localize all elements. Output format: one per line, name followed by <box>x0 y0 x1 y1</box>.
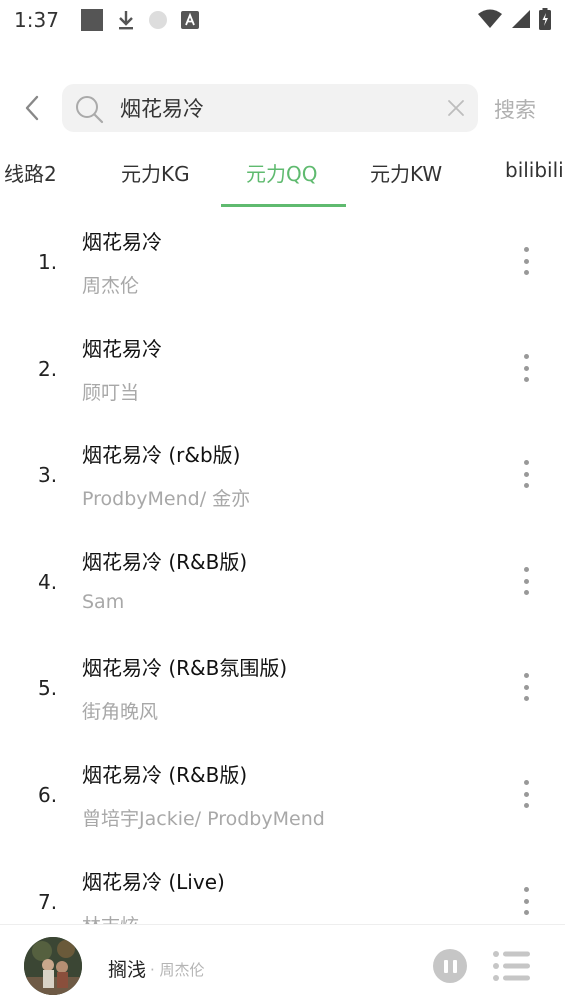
song-title: 烟花易冷 (Live) <box>82 870 225 894</box>
album-cover[interactable] <box>24 937 82 995</box>
now-playing-title: 搁浅 <box>108 959 147 981</box>
search-box[interactable] <box>62 84 478 132</box>
back-button[interactable] <box>18 94 46 122</box>
song-artist: 林志炫 <box>82 911 139 924</box>
status-time: 1:37 <box>14 8 59 32</box>
list-item[interactable]: 7. 烟花易冷 (Live) 林志炫 <box>0 848 565 924</box>
status-icons-right <box>477 8 551 30</box>
app-square-icon <box>80 9 103 31</box>
clear-icon[interactable] <box>444 96 468 120</box>
song-index: 6. <box>38 783 58 807</box>
chevron-left-icon <box>25 95 39 121</box>
song-index: 5. <box>38 676 58 700</box>
song-index: 3. <box>38 463 58 487</box>
circle-icon <box>148 11 167 29</box>
tab-bilibili[interactable]: bilibili <box>505 158 564 182</box>
status-icons-left <box>80 9 199 31</box>
song-title: 烟花易冷 <box>82 337 162 361</box>
now-playing-artist: · 周杰伦 <box>150 961 205 979</box>
tab-route2[interactable]: 线路2 <box>4 158 57 187</box>
list-item[interactable]: 1. 烟花易冷 周杰伦 <box>0 208 565 314</box>
list-item[interactable]: 5. 烟花易冷 (R&B氛围版) 街角晚风 <box>0 634 565 740</box>
song-index: 2. <box>38 357 58 381</box>
tab-yuanli-kg[interactable]: 元力KG <box>121 158 190 187</box>
more-options-icon[interactable] <box>516 777 536 811</box>
font-icon <box>180 11 199 29</box>
wifi-icon <box>478 9 502 28</box>
pause-button[interactable] <box>433 949 467 983</box>
more-options-icon[interactable] <box>516 564 536 598</box>
more-options-icon[interactable] <box>516 457 536 491</box>
search-button[interactable]: 搜索 <box>494 94 536 124</box>
active-tab-indicator <box>221 204 346 207</box>
list-item[interactable]: 4. 烟花易冷 (R&B版) Sam <box>0 528 565 634</box>
download-icon <box>118 11 133 30</box>
battery-icon <box>539 8 551 30</box>
song-title: 烟花易冷 (r&b版) <box>82 443 241 467</box>
song-index: 7. <box>38 890 58 914</box>
song-artist: 街角晚风 <box>82 701 159 723</box>
album-art-image <box>24 937 82 995</box>
list-item[interactable]: 3. 烟花易冷 (r&b版) ProdbyMend/ 金亦 <box>0 421 565 527</box>
song-title: 烟花易冷 <box>82 230 162 254</box>
tab-yuanli-kw[interactable]: 元力KW <box>370 158 442 187</box>
search-icon <box>76 96 104 124</box>
more-options-icon[interactable] <box>516 351 536 385</box>
search-input[interactable] <box>120 84 420 132</box>
signal-icon <box>512 10 530 28</box>
song-index: 4. <box>38 570 58 594</box>
song-title: 烟花易冷 (R&B版) <box>82 550 248 574</box>
song-artist: Sam <box>82 591 125 613</box>
list-item[interactable]: 2. 烟花易冷 顾叮当 <box>0 315 565 421</box>
playlist-icon[interactable] <box>492 949 530 983</box>
tab-yuanli-qq[interactable]: 元力QQ <box>246 158 317 187</box>
mini-player[interactable]: 搁浅 · 周杰伦 <box>0 924 565 1004</box>
results-list: 1. 烟花易冷 周杰伦 2. 烟花易冷 顾叮当 3. 烟花易冷 (r&b版) P… <box>0 208 565 924</box>
search-row: 搜索 <box>0 84 565 132</box>
song-title: 烟花易冷 (R&B氛围版) <box>82 656 288 680</box>
list-item[interactable]: 6. 烟花易冷 (R&B版) 曾培宇Jackie/ ProdbyMend <box>0 741 565 847</box>
status-bar: 1:37 <box>0 0 565 40</box>
song-artist: 周杰伦 <box>82 275 140 297</box>
song-artist: 曾培宇Jackie/ ProdbyMend <box>82 808 325 830</box>
source-tabs: 线路2 元力KG 元力QQ 元力KW bilibili <box>0 146 565 208</box>
song-artist: 顾叮当 <box>82 382 140 404</box>
more-options-icon[interactable] <box>516 670 536 704</box>
song-title: 烟花易冷 (R&B版) <box>82 763 248 787</box>
more-options-icon[interactable] <box>516 884 536 918</box>
song-artist: ProdbyMend/ 金亦 <box>82 488 251 510</box>
song-index: 1. <box>38 250 58 274</box>
more-options-icon[interactable] <box>516 244 536 278</box>
